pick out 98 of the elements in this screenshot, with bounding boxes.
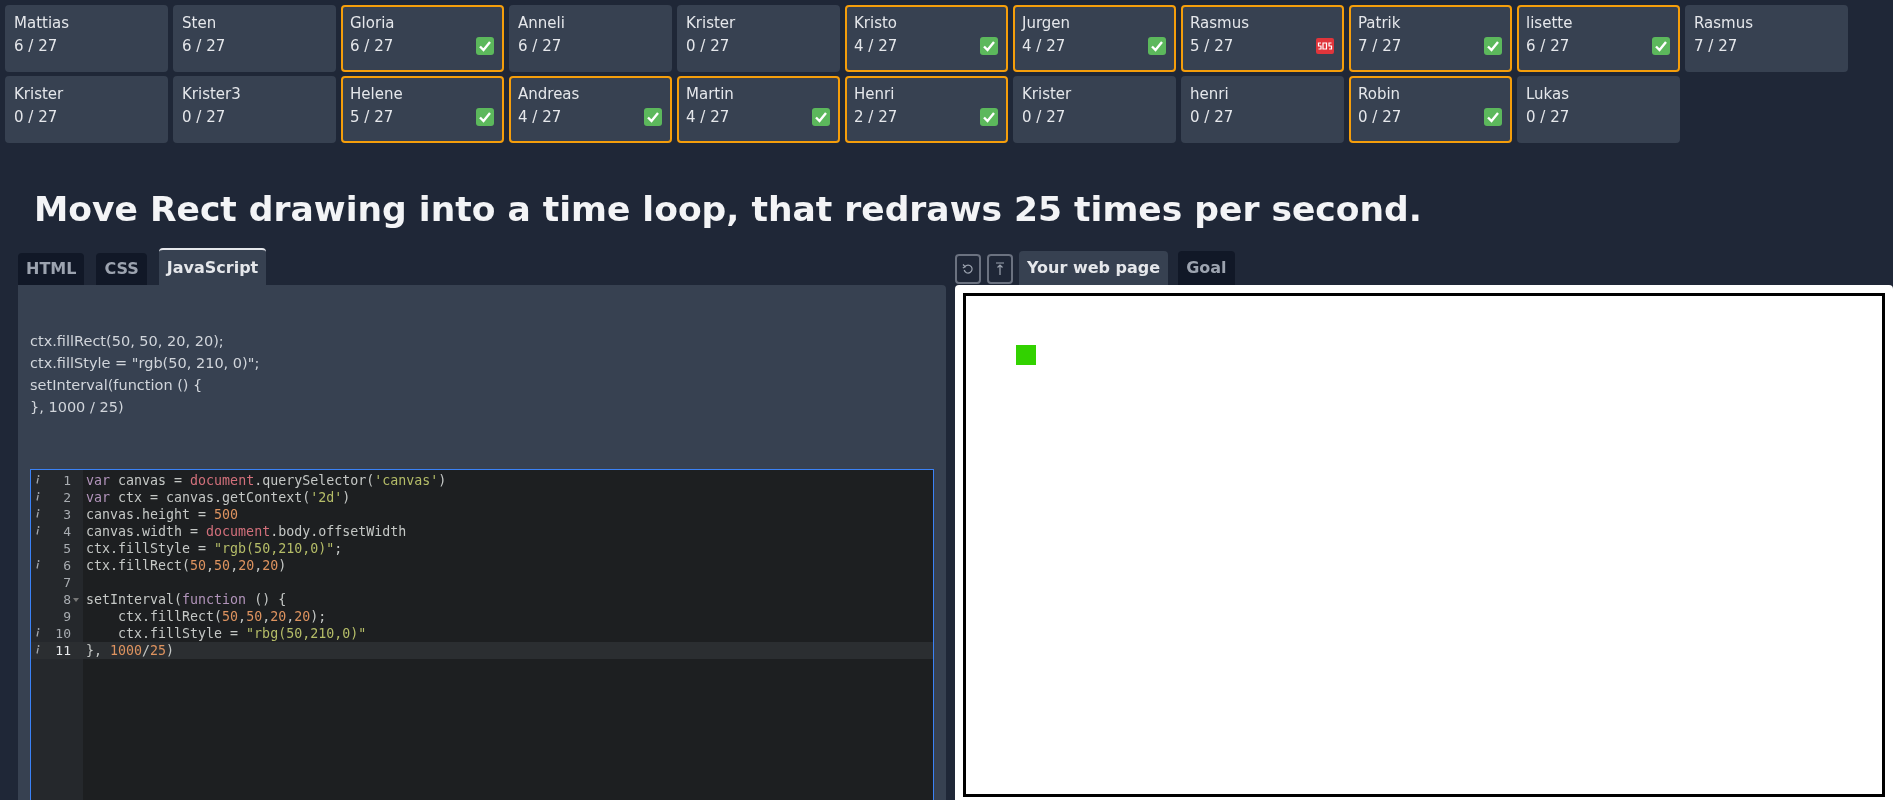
student-name: Martin bbox=[686, 85, 735, 103]
line-number: 4 bbox=[62, 524, 71, 539]
student-card[interactable]: Robin 0 / 27 bbox=[1349, 76, 1512, 143]
student-score: 5 / 27 bbox=[1190, 37, 1234, 55]
student-card[interactable]: Anneli 6 / 27 bbox=[509, 5, 672, 72]
line-number: 1 bbox=[62, 473, 71, 488]
student-name: Anneli bbox=[518, 14, 566, 32]
student-name: Krister bbox=[1022, 85, 1073, 103]
student-score: 6 / 27 bbox=[1526, 37, 1570, 55]
student-card[interactable]: Gloria 6 / 27 bbox=[341, 5, 504, 72]
student-name: Robin bbox=[1358, 85, 1402, 103]
student-score: 7 / 27 bbox=[1358, 37, 1402, 55]
line-number: 2 bbox=[62, 490, 71, 505]
student-score: 0 / 27 bbox=[686, 37, 730, 55]
student-card[interactable]: Krister 0 / 27 bbox=[1013, 76, 1176, 143]
student-card[interactable]: Lukas 0 / 27 bbox=[1517, 76, 1680, 143]
student-card[interactable]: Jurgen 4 / 27 bbox=[1013, 5, 1176, 72]
student-score: 4 / 27 bbox=[1022, 37, 1066, 55]
student-card[interactable]: Helene 5 / 27 bbox=[341, 76, 504, 143]
student-score: 6 / 27 bbox=[350, 37, 394, 55]
student-score: 6 / 27 bbox=[518, 37, 562, 55]
code-line: canvas.width = document.body.offsetWidth bbox=[85, 523, 408, 540]
student-card[interactable]: Rasmus 5 / 27 bbox=[1181, 5, 1344, 72]
student-card[interactable]: Sten 6 / 27 bbox=[173, 5, 336, 72]
student-name: Kristo bbox=[854, 14, 899, 32]
student-score: 4 / 27 bbox=[686, 108, 730, 126]
line-number: 7 bbox=[62, 575, 71, 590]
student-card[interactable]: Krister3 0 / 27 bbox=[173, 76, 336, 143]
student-name: Rasmus bbox=[1190, 14, 1251, 32]
student-score: 4 / 27 bbox=[854, 37, 898, 55]
fold-icon[interactable] bbox=[73, 597, 79, 602]
hint-code-line: ctx.fillRect(50, 50, 20, 20); bbox=[30, 333, 225, 349]
student-name: Henri bbox=[854, 85, 896, 103]
editor-tab[interactable]: CSS bbox=[96, 253, 147, 285]
line-number: 3 bbox=[62, 507, 71, 522]
student-card[interactable]: lisette 6 / 27 bbox=[1517, 5, 1680, 72]
student-name: Krister bbox=[14, 85, 65, 103]
code-line: canvas.height = 500 bbox=[85, 506, 240, 523]
upload-icon bbox=[995, 262, 1005, 276]
line-number: 5 bbox=[62, 541, 71, 556]
student-card[interactable]: Krister 0 / 27 bbox=[677, 5, 840, 72]
hint-code-line: setInterval(function () { bbox=[30, 377, 204, 393]
student-card[interactable]: Martin 4 / 27 bbox=[677, 76, 840, 143]
student-score: 0 / 27 bbox=[182, 108, 226, 126]
student-name: Jurgen bbox=[1022, 14, 1072, 32]
student-name: Krister3 bbox=[182, 85, 242, 103]
line-number: 10 bbox=[54, 626, 71, 641]
student-score: 0 / 27 bbox=[1190, 108, 1234, 126]
preview-tab[interactable]: Goal bbox=[1178, 251, 1235, 285]
student-score: 6 / 27 bbox=[14, 37, 58, 55]
student-score: 4 / 27 bbox=[518, 108, 562, 126]
code-line: ctx.fillRect(50,50,20,20); bbox=[117, 608, 328, 625]
code-editor[interactable] bbox=[30, 469, 934, 800]
student-name: Andreas bbox=[518, 85, 581, 103]
code-line: ctx.fillRect(50,50,20,20) bbox=[85, 557, 288, 574]
student-name: Mattias bbox=[14, 14, 71, 32]
code-line: var ctx = canvas.getContext('2d') bbox=[85, 489, 352, 506]
code-line: var canvas = document.querySelector('canvas') bbox=[85, 472, 448, 489]
undo-icon bbox=[962, 263, 974, 275]
student-name: lisette bbox=[1526, 14, 1574, 32]
line-number: 8 bbox=[62, 592, 71, 607]
reset-button[interactable] bbox=[955, 254, 981, 284]
student-name: henri bbox=[1190, 85, 1230, 103]
drawn-rectangle bbox=[1016, 345, 1036, 365]
student-score: 7 / 27 bbox=[1694, 37, 1738, 55]
student-score: 6 / 27 bbox=[182, 37, 226, 55]
student-card[interactable]: Krister 0 / 27 bbox=[5, 76, 168, 143]
student-name: Lukas bbox=[1526, 85, 1571, 103]
hint-code-line: }, 1000 / 25) bbox=[30, 399, 125, 415]
student-name: Helene bbox=[350, 85, 404, 103]
student-card[interactable]: Henri 2 / 27 bbox=[845, 76, 1008, 143]
preview-tab[interactable]: Your web page bbox=[1019, 251, 1169, 285]
student-name: Sten bbox=[182, 14, 218, 32]
student-name: Gloria bbox=[350, 14, 396, 32]
line-number: 6 bbox=[62, 558, 71, 573]
student-score: 0 / 27 bbox=[1358, 108, 1402, 126]
student-card[interactable]: Andreas 4 / 27 bbox=[509, 76, 672, 143]
student-name: Krister bbox=[686, 14, 737, 32]
code-line: ctx.fillStyle = "rgb(50,210,0)"; bbox=[85, 540, 344, 557]
student-card[interactable]: Patrik 7 / 27 bbox=[1349, 5, 1512, 72]
student-card[interactable]: Mattias 6 / 27 bbox=[5, 5, 168, 72]
student-card[interactable]: Rasmus 7 / 27 bbox=[1685, 5, 1848, 72]
hint-code-line: ctx.fillStyle = "rgb(50, 210, 0)"; bbox=[30, 355, 261, 371]
student-card[interactable]: Kristo 4 / 27 bbox=[845, 5, 1008, 72]
line-number: 9 bbox=[62, 609, 71, 624]
editor-tab[interactable]: HTML bbox=[18, 253, 85, 285]
code-line: setInterval(function () { bbox=[85, 591, 288, 608]
editor-tab[interactable]: JavaScript bbox=[158, 248, 267, 285]
student-score: 5 / 27 bbox=[350, 108, 394, 126]
task-title: Move Rect drawing into a time loop, that redraws 25 times per second. bbox=[34, 189, 1423, 231]
code-line: ctx.fillStyle = "rbg(50,210,0)" bbox=[117, 625, 368, 642]
student-score: 2 / 27 bbox=[854, 108, 898, 126]
student-score: 0 / 27 bbox=[1526, 108, 1570, 126]
student-name: Patrik bbox=[1358, 14, 1402, 32]
student-card[interactable]: henri 0 / 27 bbox=[1181, 76, 1344, 143]
student-score: 0 / 27 bbox=[14, 108, 58, 126]
student-score: 0 / 27 bbox=[1022, 108, 1066, 126]
student-name: Rasmus bbox=[1694, 14, 1755, 32]
